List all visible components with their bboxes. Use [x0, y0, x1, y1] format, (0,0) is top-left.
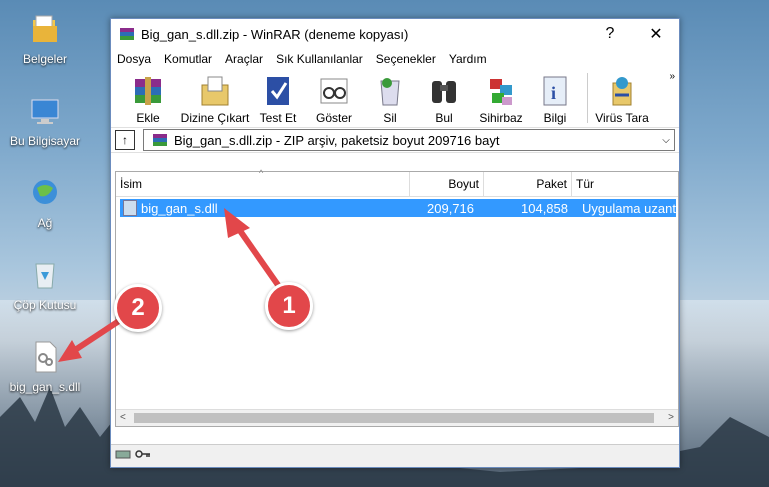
step-badge-2: 2: [114, 284, 162, 332]
step-badge-1: 1: [265, 282, 313, 330]
annotation-arrows: [58, 208, 288, 362]
